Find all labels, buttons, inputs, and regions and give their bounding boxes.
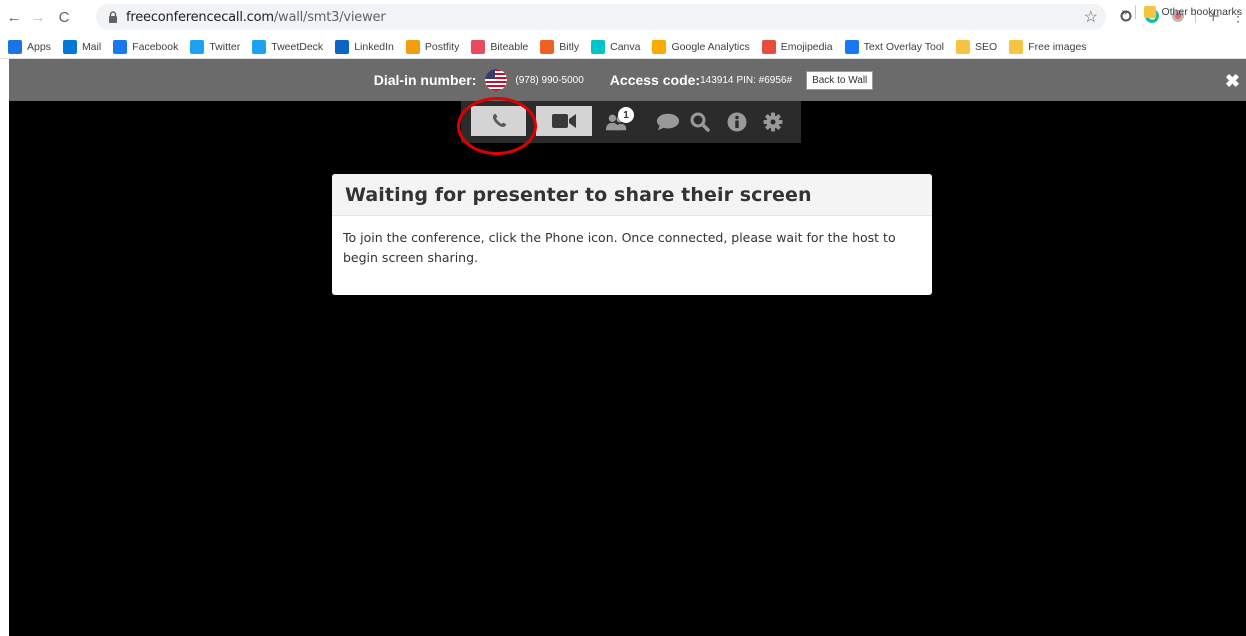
reload-icon[interactable]: C <box>54 8 74 28</box>
emojipedia-icon <box>761 39 776 54</box>
dialog-header: Waiting for presenter to share their scr… <box>332 174 932 216</box>
access-code-label: Access code: <box>609 72 701 88</box>
highlight-circle-annotation <box>457 97 537 155</box>
other-bookmarks[interactable]: Other bookmarks <box>1161 6 1242 18</box>
bookmark-item[interactable]: Twitter <box>190 39 241 54</box>
video-button[interactable] <box>536 106 592 136</box>
dial-in-number: (978) 990-5000 <box>515 74 584 86</box>
info-icon[interactable] <box>725 111 749 133</box>
participants-count-badge: 1 <box>618 107 634 123</box>
viewer-page: Dial-in number: (978) 990-5000 Access co… <box>9 59 1246 636</box>
search-icon[interactable] <box>688 111 712 133</box>
bookmark-item[interactable]: Postfity <box>405 39 460 54</box>
video-camera-icon <box>552 114 576 128</box>
bookmark-label: Canva <box>610 40 641 53</box>
us-flag-icon[interactable] <box>485 69 508 91</box>
bookmark-item[interactable]: Bitly <box>540 39 580 54</box>
folder-icon <box>956 39 970 54</box>
tweetdeck-icon <box>252 39 267 54</box>
pin-text: PIN: #6956# <box>736 74 793 86</box>
bookmark-item[interactable]: Biteable <box>471 39 529 54</box>
bookmark-label: Emojipedia <box>780 40 833 53</box>
bookmark-label: Facebook <box>132 40 179 53</box>
back-to-wall-button[interactable]: Back to Wall <box>806 70 874 90</box>
bookmark-item[interactable]: Free images <box>1009 39 1087 54</box>
bookmark-label: Mail <box>81 40 102 53</box>
bookmark-label: Apps <box>27 40 51 53</box>
bookmark-label: Biteable <box>490 40 529 53</box>
bookmark-item[interactable]: Facebook <box>113 39 179 54</box>
lock-icon <box>106 10 120 24</box>
bookmark-item[interactable]: Emojipedia <box>761 39 833 54</box>
twitter-icon <box>190 39 205 54</box>
outlook-icon <box>62 39 77 54</box>
bookmark-item[interactable]: Apps <box>8 39 51 54</box>
waiting-dialog: Waiting for presenter to share their scr… <box>332 174 932 295</box>
bookmark-item[interactable]: Google Analytics <box>652 39 750 54</box>
bookmark-label: Free images <box>1028 40 1087 53</box>
bookmark-item[interactable]: Mail <box>62 39 102 54</box>
postfity-icon <box>405 39 420 54</box>
bookmark-item[interactable]: LinkedIn <box>335 39 394 54</box>
back-arrow-icon[interactable]: ← <box>4 8 24 28</box>
settings-gear-icon[interactable] <box>761 111 785 133</box>
bookmarks-overflow-button[interactable]: » <box>1122 6 1128 18</box>
bookmarks-divider <box>1135 5 1137 19</box>
folder-icon <box>1009 39 1024 54</box>
address-bar[interactable]: freeconferencecall.com/wall/smt3/viewer … <box>96 4 1106 30</box>
browser-toolbar: ← → C freeconferencecall.com/wall/smt3/v… <box>0 0 1246 35</box>
bookmark-item[interactable]: TweetDeck <box>252 39 324 54</box>
bookmark-label: Google Analytics <box>671 40 750 53</box>
analytics-icon <box>652 39 667 54</box>
bookmark-label: Text Overlay Tool <box>863 40 944 53</box>
url-host: freeconferencecall.com <box>126 9 274 25</box>
apps-grid-icon <box>8 39 22 54</box>
bookmark-label: LinkedIn <box>354 40 394 53</box>
dialog-title: Waiting for presenter to share their scr… <box>345 183 812 206</box>
canva-icon <box>591 39 606 54</box>
facebook-icon <box>844 39 859 54</box>
bookmark-label: TweetDeck <box>271 40 324 53</box>
chat-icon[interactable] <box>656 111 680 133</box>
bookmark-label: SEO <box>975 40 998 53</box>
dialog-body: To join the conference, click the Phone … <box>343 230 896 265</box>
folder-icon <box>1144 6 1157 18</box>
url-path: /wall/smt3/viewer <box>273 9 386 25</box>
forward-arrow-icon[interactable]: → <box>28 8 48 28</box>
bookmark-item[interactable]: Text Overlay Tool <box>844 39 944 54</box>
bookmarks-right: » Other bookmarks <box>1122 0 1242 24</box>
bitly-icon <box>540 39 555 54</box>
bookmark-item[interactable]: Canva <box>591 39 641 54</box>
dial-in-label: Dial-in number: <box>373 72 477 88</box>
facebook-icon <box>113 39 128 54</box>
bookmark-label: Bitly <box>559 40 580 53</box>
bookmark-label: Postfity <box>424 40 460 53</box>
bookmarks-bar: Apps Mail Facebook Twitter TweetDeck LinkedIn… <box>0 35 1246 59</box>
access-code-value: 143914 <box>700 74 734 86</box>
bookmark-item[interactable]: SEO <box>956 39 998 54</box>
bookmark-label: Twitter <box>209 40 241 53</box>
linkedin-icon <box>335 39 350 54</box>
bookmark-star-icon[interactable]: ☆ <box>1084 7 1098 27</box>
biteable-icon <box>471 39 486 54</box>
close-icon[interactable]: ✖ <box>1225 71 1240 92</box>
dial-in-bar: Dial-in number: (978) 990-5000 Access co… <box>9 59 1246 101</box>
url-text: freeconferencecall.com/wall/smt3/viewer <box>126 9 386 25</box>
